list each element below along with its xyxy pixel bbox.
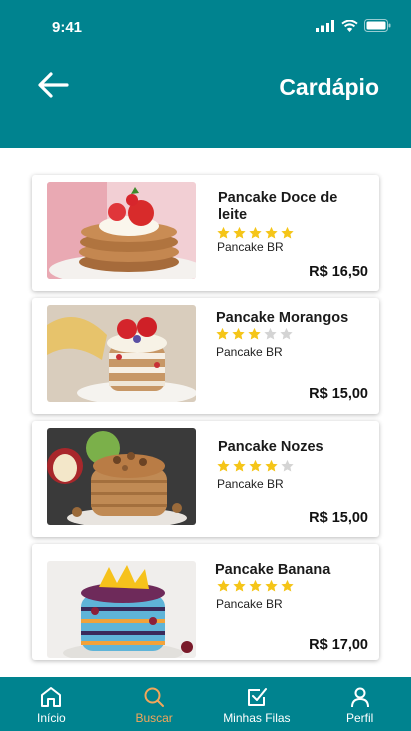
checkbox-icon <box>247 688 267 706</box>
product-image <box>47 428 196 525</box>
product-name: Pancake Banana <box>215 562 331 578</box>
rating-stars <box>216 579 295 593</box>
product-brand: Pancake BR <box>216 597 283 611</box>
star-filled-icon <box>217 226 230 239</box>
bottom-nav: Início Buscar Minhas Filas Perfil <box>0 677 411 731</box>
product-name: Pancake Doce de leite <box>218 190 338 223</box>
product-brand: Pancake BR <box>217 240 284 254</box>
star-filled-icon <box>265 226 278 239</box>
product-image <box>47 561 196 658</box>
star-filled-icon <box>248 327 261 340</box>
product-price: R$ 16,50 <box>309 264 368 280</box>
product-name: Pancake Nozes <box>218 439 324 455</box>
wifi-icon <box>341 19 358 32</box>
product-card[interactable]: Pancake Morangos Pancake BR R$ 15,00 <box>32 298 379 414</box>
product-brand: Pancake BR <box>217 477 284 491</box>
star-filled-icon <box>216 327 229 340</box>
product-card[interactable]: Pancake Doce de leite Pancake BR R$ 16,5… <box>32 175 379 291</box>
rating-stars <box>216 459 295 473</box>
product-name: Pancake Morangos <box>216 310 349 326</box>
nav-label: Início <box>37 711 66 725</box>
product-card[interactable]: Pancake Nozes Pancake BR R$ 15,00 <box>32 421 379 537</box>
product-brand: Pancake BR <box>216 345 283 359</box>
status-icons <box>316 19 391 32</box>
star-filled-icon <box>217 579 230 592</box>
home-icon <box>41 687 62 707</box>
nav-item-inicio[interactable]: Início <box>0 677 103 731</box>
star-empty-icon <box>264 327 277 340</box>
star-filled-icon <box>249 226 262 239</box>
search-icon <box>144 687 165 707</box>
product-image <box>47 182 196 279</box>
star-filled-icon <box>232 327 245 340</box>
nav-label: Perfil <box>345 711 374 725</box>
star-filled-icon <box>249 579 262 592</box>
app-header: 9:41 Cardápio <box>0 0 411 148</box>
user-icon <box>350 687 369 708</box>
signal-icon <box>316 19 334 32</box>
star-filled-icon <box>265 459 278 472</box>
star-empty-icon <box>280 327 293 340</box>
back-button[interactable] <box>36 70 70 100</box>
page-title: Cardápio <box>279 74 379 100</box>
arrow-left-icon <box>38 72 69 98</box>
status-time: 9:41 <box>52 19 83 36</box>
nav-label: Minhas Filas <box>223 711 291 725</box>
nav-item-perfil[interactable]: Perfil <box>308 677 411 731</box>
product-list[interactable]: Pancake Doce de leite Pancake BR R$ 16,5… <box>0 148 411 677</box>
product-card[interactable]: Pancake Banana Pancake BR R$ 17,00 <box>32 544 379 660</box>
star-filled-icon <box>281 579 294 592</box>
star-filled-icon <box>281 226 294 239</box>
product-price: R$ 15,00 <box>309 386 368 402</box>
product-price: R$ 17,00 <box>309 637 368 653</box>
nav-item-minhas-filas[interactable]: Minhas Filas <box>206 677 309 731</box>
nav-item-buscar[interactable]: Buscar <box>103 677 206 731</box>
star-empty-icon <box>281 459 294 472</box>
star-filled-icon <box>249 459 262 472</box>
product-price: R$ 15,00 <box>309 510 368 526</box>
nav-label: Buscar <box>135 711 173 725</box>
star-filled-icon <box>233 226 246 239</box>
rating-stars <box>216 226 295 240</box>
star-filled-icon <box>233 579 246 592</box>
battery-icon <box>364 19 391 32</box>
star-filled-icon <box>233 459 246 472</box>
star-filled-icon <box>265 579 278 592</box>
rating-stars <box>215 327 294 341</box>
product-image <box>47 305 196 402</box>
star-filled-icon <box>217 459 230 472</box>
